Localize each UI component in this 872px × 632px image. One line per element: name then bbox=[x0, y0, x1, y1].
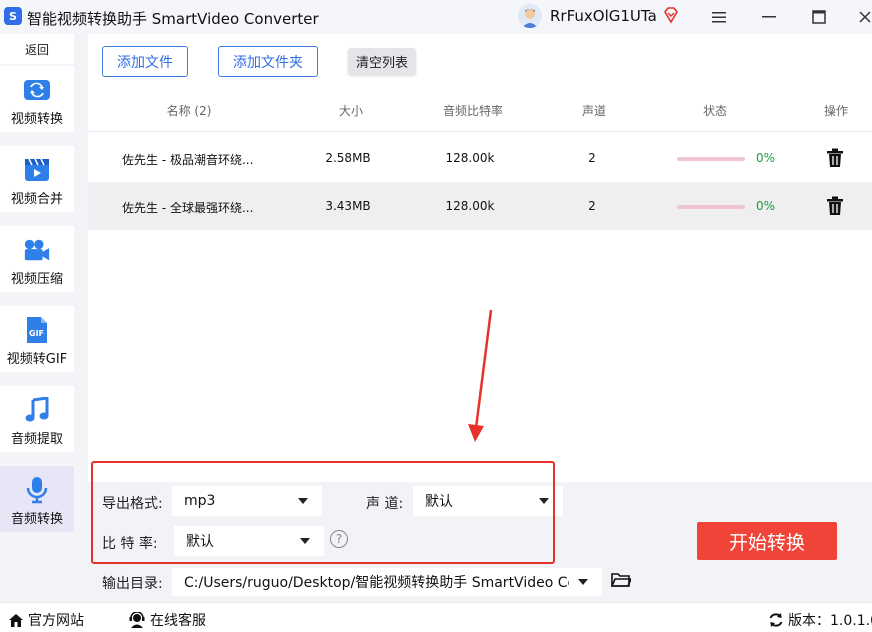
version-info[interactable]: 版本：1.0.1.0 bbox=[768, 610, 872, 630]
sidebar-item-video-compress[interactable]: 视频压缩 bbox=[0, 226, 74, 292]
close-icon[interactable] bbox=[854, 6, 872, 28]
file-channels: 2 bbox=[588, 199, 596, 213]
delete-icon[interactable] bbox=[826, 148, 844, 168]
table-header: 名称 (2) 大小 音频比特率 声道 状态 操作 bbox=[88, 86, 872, 132]
website-link[interactable]: 官方网站 bbox=[8, 610, 84, 630]
table-row[interactable]: 佐先生 - 全球最强环绕... 3.43MB 128.00k 2 0% bbox=[88, 182, 872, 230]
column-header-action: 操作 bbox=[823, 104, 849, 118]
sidebar-item-label: 视频转换 bbox=[10, 112, 63, 127]
music-note-icon bbox=[23, 396, 51, 424]
delete-icon[interactable] bbox=[826, 196, 844, 216]
app-logo: S bbox=[4, 7, 22, 25]
website-label: 官方网站 bbox=[28, 613, 84, 629]
sidebar-item-label: 音频提取 bbox=[10, 432, 63, 447]
menu-icon[interactable] bbox=[708, 6, 730, 28]
add-folder-button[interactable]: 添加文件夹 bbox=[218, 46, 318, 77]
progress-bar bbox=[677, 205, 745, 209]
column-header-bitrate[interactable]: 音频比特率 bbox=[443, 102, 503, 119]
sidebar-item-label: 音频转换 bbox=[10, 512, 63, 527]
minimize-icon[interactable] bbox=[758, 6, 780, 28]
title-bar: S 智能视频转换助手 SmartVideo Converter RrFuxOlG… bbox=[0, 0, 872, 34]
support-agent-icon bbox=[129, 612, 145, 628]
start-convert-button[interactable]: 开始转换 bbox=[697, 522, 837, 560]
sidebar-item-label: 视频转GIF bbox=[6, 352, 68, 367]
file-name: 佐先生 - 极品潮音环绕... bbox=[122, 153, 254, 167]
chevron-down-icon bbox=[578, 579, 588, 585]
sidebar-item-label: 视频合并 bbox=[10, 192, 63, 207]
sidebar-item-video-convert[interactable]: 视频转换 bbox=[0, 66, 74, 132]
file-channels: 2 bbox=[588, 151, 596, 165]
vip-diamond-icon[interactable] bbox=[662, 6, 680, 24]
file-table: 名称 (2) 大小 音频比特率 声道 状态 操作 佐先生 - 极品潮音环绕...… bbox=[88, 86, 872, 482]
column-header-size[interactable]: 大小 bbox=[339, 102, 363, 119]
refresh-icon bbox=[769, 613, 783, 627]
column-header-channels[interactable]: 声道 bbox=[582, 102, 606, 119]
svg-text:GIF: GIF bbox=[29, 329, 44, 338]
sidebar-item-audio-convert[interactable]: 音频转换 bbox=[0, 466, 74, 532]
column-header-status: 状态 bbox=[702, 104, 728, 118]
maximize-icon[interactable] bbox=[808, 6, 830, 28]
add-file-button[interactable]: 添加文件 bbox=[102, 46, 188, 77]
gif-icon: GIF bbox=[23, 316, 51, 344]
progress-percent: 0% bbox=[756, 199, 776, 213]
file-bitrate: 128.00k bbox=[445, 199, 495, 213]
video-convert-icon bbox=[23, 76, 51, 104]
output-dir-label: 输出目录: bbox=[102, 576, 163, 592]
username[interactable]: RrFuxOlG1UTa bbox=[550, 7, 657, 25]
user-avatar[interactable] bbox=[518, 4, 542, 28]
file-name: 佐先生 - 全球最强环绕... bbox=[122, 201, 254, 215]
output-dir-select[interactable]: C:/Users/ruguo/Desktop/智能视频转换助手 SmartVid… bbox=[172, 568, 602, 596]
sidebar-item-audio-extract[interactable]: 音频提取 bbox=[0, 386, 74, 452]
table-row[interactable]: 佐先生 - 极品潮音环绕... 2.58MB 128.00k 2 0% bbox=[88, 134, 872, 182]
sidebar-item-gif[interactable]: GIF 视频转GIF bbox=[0, 306, 74, 372]
progress-percent: 0% bbox=[756, 151, 776, 165]
support-link[interactable]: 在线客服 bbox=[128, 610, 206, 630]
microphone-icon bbox=[23, 476, 51, 504]
progress-bar bbox=[677, 157, 745, 161]
video-compress-icon bbox=[23, 236, 51, 264]
column-header-name[interactable]: 名称 (2) bbox=[167, 102, 212, 119]
footer: 官方网站 在线客服 版本：1.0.1.0 bbox=[0, 602, 872, 632]
app-title: 智能视频转换助手 SmartVideo Converter bbox=[27, 10, 319, 28]
sidebar-item-label: 视频压缩 bbox=[10, 272, 63, 287]
file-size: 2.58MB bbox=[325, 151, 371, 165]
back-button[interactable]: 返回 bbox=[0, 34, 74, 64]
clear-list-button[interactable]: 清空列表 bbox=[348, 48, 416, 75]
output-dir-value: C:/Users/ruguo/Desktop/智能视频转换助手 SmartVid… bbox=[184, 575, 569, 591]
file-size: 3.43MB bbox=[325, 199, 371, 213]
version-label: 版本：1.0.1.0 bbox=[788, 613, 872, 629]
video-merge-icon bbox=[23, 156, 51, 184]
home-icon bbox=[9, 613, 23, 627]
highlight-box bbox=[91, 461, 555, 564]
file-bitrate: 128.00k bbox=[445, 151, 495, 165]
folder-icon[interactable] bbox=[610, 572, 633, 590]
sidebar-item-video-merge[interactable]: 视频合并 bbox=[0, 146, 74, 212]
support-label: 在线客服 bbox=[150, 613, 206, 629]
sidebar: 返回 视频转换 视频合并 视频压缩 GIF 视频转GIF 音频提取 音频转换 bbox=[0, 34, 88, 602]
